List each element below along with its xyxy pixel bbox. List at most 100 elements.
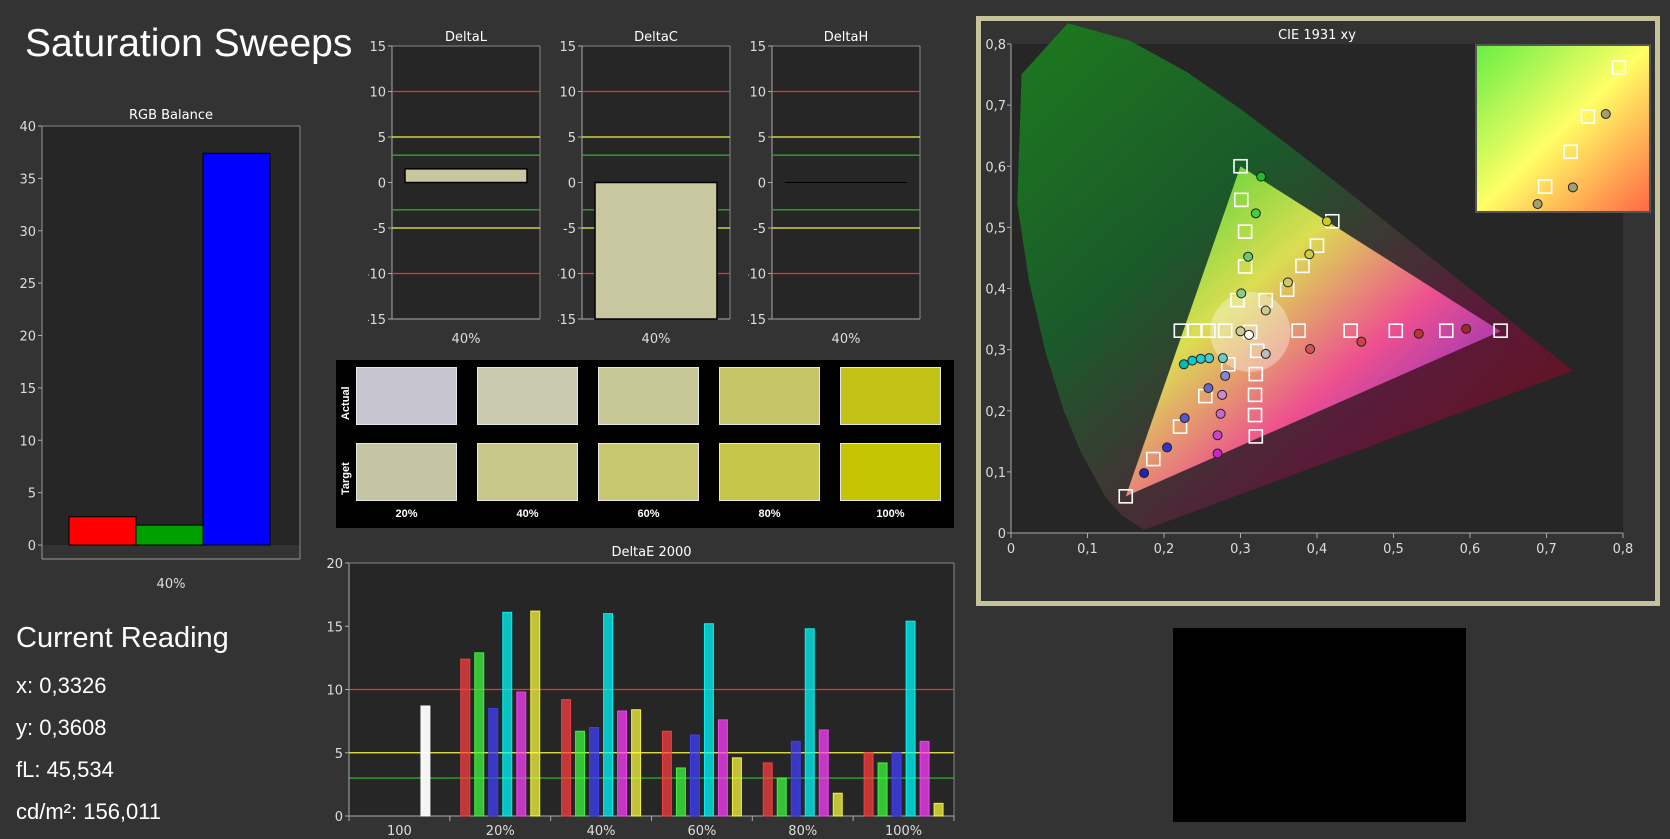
deltae-bar bbox=[790, 740, 801, 817]
measured-point bbox=[1217, 389, 1228, 400]
swatch-actual bbox=[719, 367, 820, 425]
x-tick-label: 100 bbox=[387, 824, 412, 839]
measured-point bbox=[1212, 430, 1223, 441]
y-tick-label: -10 bbox=[558, 268, 576, 283]
x-tick-label: 40% bbox=[832, 332, 861, 347]
deltae-bar bbox=[661, 730, 672, 817]
y-tick-label: 25 bbox=[19, 277, 36, 292]
measured-point bbox=[1235, 326, 1246, 337]
swatch-label: 100% bbox=[876, 508, 905, 520]
swatch-label: 20% bbox=[395, 508, 418, 520]
y-tick-label: 40 bbox=[19, 120, 36, 135]
deltae-bar bbox=[891, 752, 902, 817]
measured-point bbox=[1413, 328, 1424, 339]
x-tick-label: 0,4 bbox=[1307, 542, 1328, 557]
x-tick-label: 0,2 bbox=[1154, 542, 1175, 557]
swatch-target bbox=[598, 443, 699, 501]
y-tick-label: 10 bbox=[749, 86, 766, 101]
rgb-bar bbox=[202, 152, 271, 546]
x-tick-label: 0,5 bbox=[1383, 542, 1404, 557]
deltae-bar bbox=[516, 691, 527, 817]
y-tick-label: -15 bbox=[748, 313, 766, 328]
reading-x: x: 0,3326 bbox=[16, 673, 107, 698]
reading-fl: fL: 45,534 bbox=[16, 757, 114, 782]
measured-point bbox=[1139, 468, 1150, 479]
deltae-bar bbox=[731, 757, 742, 817]
measured-point bbox=[1187, 355, 1198, 366]
measured-point bbox=[1321, 216, 1332, 227]
swatch-target bbox=[719, 443, 820, 501]
x-tick-label: 40% bbox=[587, 824, 616, 839]
deltae-bar bbox=[589, 726, 600, 817]
reading-y: y: 0,3608 bbox=[16, 715, 107, 740]
deltae-bar bbox=[919, 740, 930, 817]
deltae-bar bbox=[603, 613, 614, 817]
y-tick-label: 5 bbox=[378, 131, 386, 146]
y-tick-label: 0,4 bbox=[985, 283, 1006, 298]
measured-point bbox=[1220, 370, 1231, 381]
y-tick-label: -15 bbox=[368, 313, 386, 328]
y-tick-label: 10 bbox=[369, 86, 386, 101]
deltae-bar bbox=[933, 802, 944, 817]
measured-point bbox=[1236, 288, 1247, 299]
deltae-bar bbox=[832, 792, 843, 817]
deltae-bar bbox=[675, 767, 686, 817]
y-tick-label: 0 bbox=[28, 539, 36, 554]
deltae-bar bbox=[776, 777, 787, 817]
x-tick-label: 100% bbox=[885, 824, 922, 839]
zoom-inset bbox=[1475, 44, 1651, 213]
x-tick-label: 40% bbox=[157, 577, 186, 592]
y-tick-label: 15 bbox=[326, 620, 343, 635]
swatch-target bbox=[356, 443, 457, 501]
deltae-bar bbox=[631, 709, 642, 817]
y-tick-label: -5 bbox=[753, 222, 766, 237]
deltae-bar bbox=[460, 658, 471, 817]
deltae-bar bbox=[804, 628, 815, 817]
y-tick-label: 5 bbox=[758, 131, 766, 146]
y-tick-label: -5 bbox=[373, 222, 386, 237]
y-tick-label: 0 bbox=[335, 810, 343, 825]
deltae-bar bbox=[488, 707, 499, 817]
x-tick-label: 40% bbox=[452, 332, 481, 347]
x-tick-label: 0,7 bbox=[1536, 542, 1557, 557]
y-tick-label: -10 bbox=[368, 268, 386, 283]
measured-point bbox=[1178, 359, 1189, 370]
y-tick-label: -15 bbox=[558, 313, 576, 328]
deltae-bar bbox=[689, 734, 700, 817]
deltae-bar bbox=[877, 762, 888, 817]
y-tick-label: 5 bbox=[335, 747, 343, 762]
delta-h-chart: DeltaH -15 -10 -5 0 5 10 15 40% bbox=[748, 30, 921, 347]
x-tick-label: 40% bbox=[642, 332, 671, 347]
y-tick-label: 20 bbox=[19, 330, 36, 345]
x-tick-label: 60% bbox=[687, 824, 716, 839]
measured-point bbox=[1162, 442, 1173, 453]
deltae-bar bbox=[575, 730, 586, 817]
measured-point bbox=[1243, 251, 1254, 262]
measured-point bbox=[1203, 383, 1214, 394]
x-tick-label: 20% bbox=[486, 824, 515, 839]
x-tick-label: 0 bbox=[1007, 542, 1015, 557]
cie-1931-chart: CIE 1931 xy 0 0,1 0,2 0,3 0,4 0,5 0,6 0,7 0,8 0 0,1… bbox=[985, 23, 1651, 557]
deltae-bar bbox=[530, 610, 541, 817]
y-tick-label: 0,2 bbox=[985, 405, 1006, 420]
x-tick-label: 0,6 bbox=[1460, 542, 1481, 557]
y-tick-label: 0,8 bbox=[985, 38, 1006, 53]
measured-point bbox=[1195, 353, 1206, 364]
delta-bar bbox=[404, 168, 528, 184]
x-tick-label: 0,1 bbox=[1077, 542, 1098, 557]
deltae-bar bbox=[762, 762, 773, 817]
y-tick-label: 30 bbox=[19, 225, 36, 240]
deltae-bar bbox=[561, 699, 572, 817]
y-tick-label: -5 bbox=[563, 222, 576, 237]
swatch-row-label-target: Target bbox=[340, 462, 352, 495]
measured-point bbox=[1204, 353, 1215, 364]
y-tick-label: 0 bbox=[568, 177, 576, 192]
y-tick-label: 0,3 bbox=[985, 344, 1006, 359]
y-tick-label: 15 bbox=[559, 40, 576, 55]
rgb-balance-chart: RGB Balance 0 5 10 15 20 25 30 35 40 40% bbox=[19, 108, 301, 592]
measured-point bbox=[1243, 329, 1254, 340]
measured-point bbox=[1305, 344, 1316, 355]
swatch-target bbox=[477, 443, 578, 501]
inset-measured-point bbox=[1567, 182, 1578, 193]
measured-point bbox=[1250, 208, 1261, 219]
